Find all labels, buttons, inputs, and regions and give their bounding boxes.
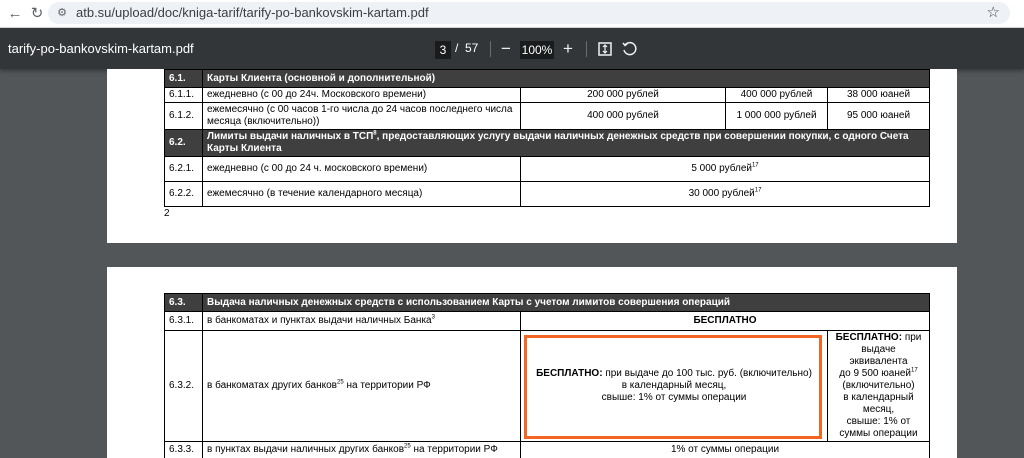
page-separator: / [455, 41, 459, 55]
table-row: 6.2.2. ежемесячно (в течение календарног… [164, 181, 931, 207]
footnote-ref: 25 [337, 379, 344, 386]
free-label: БЕСПЛАТНО: [835, 332, 903, 343]
table-row: 6.3.3. в пунктах выдачи наличных других … [164, 441, 930, 458]
row-description: в банкоматах и пунктах выдачи наличных Б… [202, 311, 521, 331]
table-row: 6.3.2. в банкоматах других банков25 на т… [164, 330, 930, 442]
cell-line: суммы операции [839, 428, 918, 439]
table-row: 6.1. Карты Клиента (основной и дополните… [164, 69, 931, 88]
row-description-text: на территории РФ [410, 444, 498, 455]
page-number-input[interactable]: 3 [435, 41, 451, 59]
table-cell: БЕСПЛАТНО: при выдаче до 100 тыс. руб. (… [520, 330, 828, 442]
table-row: 6.1.2. ежемесячно (с 00 часов 1-го числа… [164, 102, 931, 130]
cell-line: выдаче эквивалента [849, 344, 908, 367]
site-info-icon[interactable]: ⚙ [54, 6, 70, 20]
zoom-input[interactable]: 100% [520, 41, 554, 59]
table-cell: 1% от суммы операции [520, 441, 930, 458]
row-description: в банкоматах других банков25 на территор… [202, 330, 521, 442]
row-number: 6.2. [164, 129, 203, 157]
row-number: 6.2.2. [164, 181, 203, 207]
row-number: 6.3.1. [164, 311, 203, 331]
pdf-page-2: 6.1. Карты Клиента (основной и дополните… [107, 69, 957, 243]
cell-text: до 9 500 юаней [839, 368, 912, 379]
zoom-in-icon[interactable]: + [558, 39, 578, 59]
table-row: 6.3.1. в банкоматах и пунктах выдачи нал… [164, 311, 930, 331]
table-cell: 1 000 000 рублей [725, 102, 828, 130]
page-total: 57 [465, 41, 479, 55]
page-number: 2 [164, 208, 170, 219]
table-row: 6.2. Лимиты выдачи наличных в ТСП8, пред… [164, 129, 931, 157]
row-description-text: в пунктах выдачи наличных других банков [207, 444, 405, 455]
table-row: 6.1.1. ежедневно (с 00 до 24ч. Московско… [164, 87, 931, 103]
footnote-ref: 3 [431, 314, 435, 321]
cell-line: БЕСПЛАТНО: при [832, 332, 925, 344]
cell-line: в календарный месяц, [621, 380, 727, 391]
fit-to-page-icon[interactable] [595, 39, 615, 59]
free-label: БЕСПЛАТНО: [536, 368, 603, 379]
footnote-ref: 25 [404, 443, 411, 450]
footnote-ref: 17 [911, 367, 918, 374]
pdf-toolbar: tarify-po-bankovskim-kartam.pdf 3 / 57 −… [0, 28, 1024, 69]
row-description-text: на территории РФ [343, 380, 431, 391]
table-cell: 38 000 юаней [826, 87, 931, 103]
table-cell: 5 000 рублей17 [519, 156, 931, 182]
bookmark-star-icon[interactable]: ☆ [987, 2, 1000, 24]
cell-line: в календарный [843, 392, 914, 403]
row-description: в пунктах выдачи наличных других банков2… [202, 441, 521, 458]
table-row: 6.3. Выдача наличных денежных средств с … [164, 293, 930, 312]
reload-icon[interactable]: ↻ [26, 3, 48, 25]
toolbar-divider [490, 41, 491, 57]
row-number: 6.1.2. [164, 102, 203, 130]
row-title: Лимиты выдачи наличных в ТСП8, предостав… [201, 129, 931, 157]
row-title: Карты Клиента (основной и дополнительной… [201, 69, 931, 88]
footnote-ref: 17 [751, 162, 759, 169]
table-cell: 200 000 рублей [520, 87, 726, 103]
pdf-title: tarify-po-bankovskim-kartam.pdf [8, 41, 194, 56]
table-cell: 400 000 рублей [520, 102, 726, 130]
row-description: ежедневно (с 00 до 24 ч. московского вре… [202, 156, 521, 182]
table-cell: 400 000 рублей [725, 87, 828, 103]
browser-address-bar: ← ↻ ⚙ atb.su/upload/doc/kniga-tarif/tari… [0, 0, 1024, 28]
cell-line: месяц, [862, 404, 895, 415]
row-number: 6.3.2. [164, 330, 203, 442]
back-icon[interactable]: ← [4, 3, 26, 25]
row-number: 6.2.1. [164, 156, 203, 182]
url-text[interactable]: atb.su/upload/doc/kniga-tarif/tarify-po-… [76, 2, 429, 24]
cell-line: свыше: 1% от [846, 416, 911, 427]
toolbar-divider [586, 41, 587, 57]
limits-table: 6.1. Карты Клиента (основной и дополните… [164, 69, 931, 207]
row-title: Выдача наличных денежных средств с испол… [202, 293, 930, 312]
row-description-text: в банкоматах других банков [207, 380, 337, 391]
cell-line: БЕСПЛАТНО: при выдаче до 100 тыс. руб. (… [525, 368, 823, 380]
cell-line: свыше: 1% от суммы операции [601, 392, 747, 403]
row-description-text: в банкоматах и пунктах выдачи наличных Б… [207, 315, 432, 326]
row-description: ежемесячно (с 00 часов 1-го числа до 24 … [202, 102, 521, 130]
cell-value: 5 000 рублей [691, 163, 752, 174]
row-number: 6.1.1. [164, 87, 203, 103]
table-row: 6.2.1. ежедневно (с 00 до 24 ч. московск… [164, 156, 931, 182]
pdf-page-3: 6.3. Выдача наличных денежных средств с … [107, 267, 957, 458]
cell-line: (включительно) [842, 380, 915, 391]
cell-text: при [902, 332, 922, 343]
url-box[interactable]: ⚙ atb.su/upload/doc/kniga-tarif/tarify-p… [48, 2, 1010, 24]
row-number: 6.3.3. [164, 441, 203, 458]
row-title-text: Лимиты выдачи наличных в ТСП [207, 131, 374, 142]
cell-value: 30 000 рублей [688, 188, 755, 199]
zoom-out-icon[interactable]: − [496, 39, 516, 59]
table-cell: БЕСПЛАТНО [520, 311, 930, 331]
footnote-ref: 17 [754, 187, 762, 194]
row-description: ежемесячно (в течение календарного месяц… [202, 181, 521, 207]
cell-line: до 9 500 юаней17 [832, 368, 925, 380]
row-number: 6.1. [164, 69, 203, 88]
cash-withdrawal-table: 6.3. Выдача наличных денежных средств с … [164, 293, 930, 458]
table-cell: БЕСПЛАТНО: при выдаче эквивалента до 9 5… [827, 330, 930, 442]
row-description: ежедневно (с 00 до 24ч. Московского врем… [202, 87, 521, 103]
table-cell: 30 000 рублей17 [519, 181, 931, 207]
cell-text: при выдаче до 100 тыс. руб. (включительн… [602, 368, 812, 379]
row-number: 6.3. [164, 293, 203, 312]
table-cell: 95 000 юаней [826, 102, 931, 130]
rotate-icon[interactable] [619, 39, 639, 59]
